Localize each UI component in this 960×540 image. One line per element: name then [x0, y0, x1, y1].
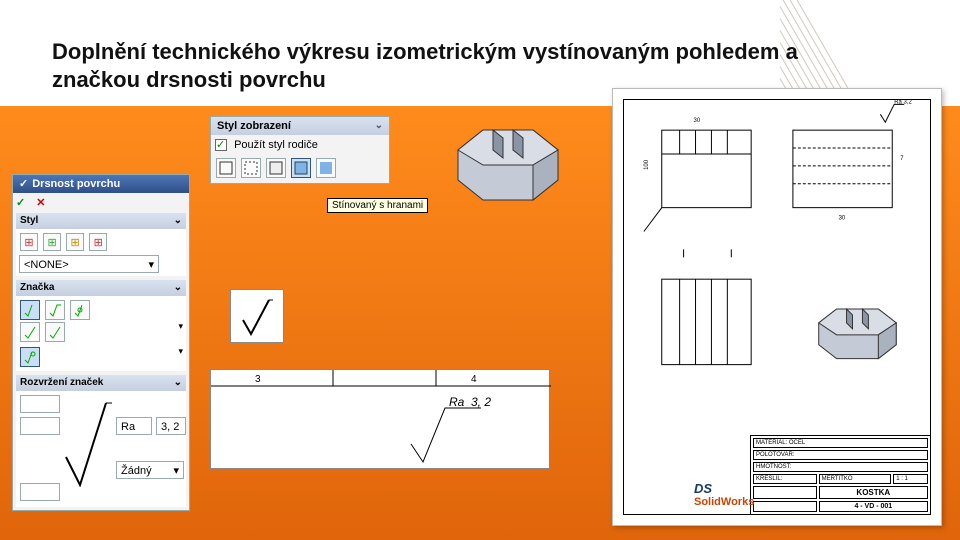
tb-scale-value: 1 : 1 — [893, 474, 928, 484]
style-opt-1[interactable]: ⊞ — [20, 233, 38, 251]
sym-var2[interactable] — [45, 322, 65, 342]
layout-section-header: Rozvržení značek ⌄ — [16, 375, 186, 391]
tooltip-text: Stínovaný s hranami — [332, 200, 423, 211]
collapse-icon[interactable]: ⌄ — [174, 280, 182, 296]
sym-allround[interactable] — [20, 347, 40, 367]
svg-text:Ra 3,2: Ra 3,2 — [894, 100, 912, 105]
dropdown-icon[interactable]: ▾ — [178, 321, 183, 332]
parent-style-row[interactable]: Použít styl rodiče — [215, 139, 385, 151]
hidden-visible-button[interactable] — [241, 158, 261, 178]
svg-text:30: 30 — [839, 216, 846, 222]
tb-scale-label: MERTITKO — [819, 474, 892, 484]
collapse-icon[interactable]: ⌄ — [174, 213, 182, 229]
style-label: Styl — [20, 213, 38, 229]
field-bottom[interactable] — [20, 483, 60, 501]
symbol-label: Značka — [20, 280, 54, 296]
style-value: <NONE> — [24, 259, 69, 271]
surface-roughness-header: ✓ Drsnost povrchu — [13, 175, 189, 193]
shaded-button[interactable] — [316, 158, 336, 178]
tb-drawn: KRESLIL: — [753, 474, 817, 484]
layout-roughness-icon — [62, 399, 114, 487]
collapse-icon[interactable]: ⌄ — [375, 117, 383, 135]
surface-roughness-panel: ✓ Drsnost povrchu ✓ ✕ Styl ⌄ ⊞ ⊞ ⊞ ⊞ <NO… — [12, 174, 190, 511]
ds-logo-text: DS — [694, 481, 712, 496]
tb-material: MATERIÁL: OCEL — [753, 438, 928, 448]
svg-text:100: 100 — [644, 159, 650, 170]
hidden-removed-button[interactable] — [266, 158, 286, 178]
field-top-left[interactable] — [20, 395, 60, 413]
field-direction[interactable]: Žádný ▾ — [116, 461, 184, 479]
drawing-frame: Ra 3,2 30 100 7 30 — [623, 99, 931, 515]
parent-style-label: Použít styl rodiče — [234, 139, 318, 151]
wireframe-button[interactable] — [216, 158, 236, 178]
detail-drawing-excerpt: 3 4 Ra 3, 2 — [210, 369, 550, 469]
field-ra[interactable]: Ra — [116, 417, 152, 435]
sym-machined[interactable] — [45, 300, 65, 320]
style-select[interactable]: <NONE> ▾ — [19, 255, 159, 273]
ok-button[interactable]: ✓ — [16, 197, 25, 209]
field-ra-val[interactable]: 3, 2 — [156, 417, 186, 435]
sym-prohibited[interactable] — [70, 300, 90, 320]
title-block: MATERIÁL: OCEL POLOTOVAR: HMOTNOST: KRES… — [750, 435, 930, 514]
page-title: Doplnění technického výkresu izometrický… — [52, 38, 832, 93]
dropdown-icon[interactable]: ▾ — [178, 346, 183, 357]
svg-text:7: 7 — [900, 156, 904, 162]
display-style-panel: Styl zobrazení ⌄ Použít styl rodiče — [210, 116, 390, 184]
isometric-preview — [438, 110, 578, 220]
ra-detail-label: Ra 3, 2 — [449, 395, 491, 409]
tb-mass: HMOTNOST: — [753, 462, 928, 472]
tb-part-number: 4 - VD - 001 — [819, 501, 928, 512]
parent-style-checkbox[interactable] — [215, 139, 227, 151]
display-style-header: Styl zobrazení ⌄ — [211, 117, 389, 135]
direction-value: Žádný — [121, 465, 152, 477]
style-opt-3[interactable]: ⊞ — [66, 233, 84, 251]
solidworks-logo: DS SolidWorks — [694, 481, 754, 508]
axis-b: 4 — [471, 374, 477, 385]
style-section-header: Styl ⌄ — [16, 213, 186, 229]
field-mid-left[interactable] — [20, 417, 60, 435]
dropdown-icon: ▾ — [173, 462, 179, 480]
tb-stock: POLOTOVAR: — [753, 450, 928, 460]
sym-var1[interactable] — [20, 322, 40, 342]
dropdown-icon: ▾ — [148, 256, 154, 274]
sw-logo-text: SolidWorks — [694, 496, 754, 508]
roughness-icon: ✓ — [19, 175, 28, 193]
display-mode-toolbar — [215, 157, 385, 179]
shaded-edges-tooltip: Stínovaný s hranami — [327, 198, 428, 213]
drawing-sheet: Ra 3,2 30 100 7 30 — [612, 88, 942, 526]
surface-roughness-title: Drsnost povrchu — [32, 175, 120, 193]
cancel-button[interactable]: ✕ — [36, 197, 45, 209]
collapse-icon[interactable]: ⌄ — [174, 375, 182, 391]
layout-label: Rozvržení značek — [20, 375, 103, 391]
symbol-section-header: Značka ⌄ — [16, 280, 186, 296]
shaded-edges-button[interactable] — [291, 158, 311, 178]
style-opt-2[interactable]: ⊞ — [43, 233, 61, 251]
style-opt-4[interactable]: ⊞ — [89, 233, 107, 251]
sym-basic[interactable] — [20, 300, 40, 320]
tb-part-name: KOSTKA — [819, 486, 928, 499]
display-style-title: Styl zobrazení — [217, 117, 291, 135]
roughness-symbol-icon — [239, 296, 275, 336]
roughness-symbol-preview — [230, 289, 284, 343]
dim-30: 30 — [694, 118, 701, 124]
axis-a: 3 — [255, 374, 261, 385]
